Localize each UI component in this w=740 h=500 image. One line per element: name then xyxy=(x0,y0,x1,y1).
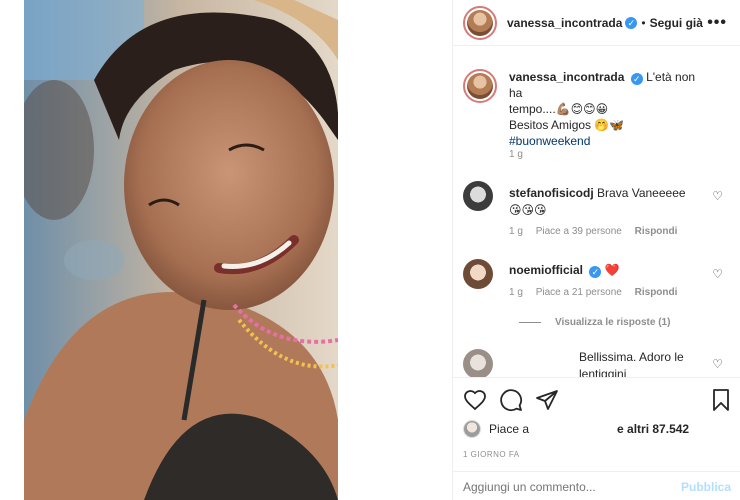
comment-meta: 1 g Piace a 39 persone Rispondi xyxy=(509,226,687,237)
post-date[interactable]: 1 GIORNO FA xyxy=(463,450,520,459)
post-media-pane xyxy=(0,0,452,500)
author-avatar[interactable] xyxy=(463,5,497,40)
reply-button[interactable]: Rispondi xyxy=(635,287,678,298)
comment-row: stefanofisicodj Brava Vaneeeee 😘😘😘 ♡ 1 g… xyxy=(463,179,733,241)
reply-button[interactable]: Rispondi xyxy=(635,226,678,237)
comment-row: noemiofficial ✓ ❤️ ♡ 1 g Piace a 21 pers… xyxy=(463,257,733,337)
comment-text: Bellissima. Adoro le lentiggini xyxy=(579,349,719,377)
verified-icon: ✓ xyxy=(630,73,643,85)
post-header: vanessa_incontrada ✓ • Segui già ••• xyxy=(453,0,740,46)
heart-icon[interactable] xyxy=(463,388,487,412)
view-replies-label: Visualizza le risposte (1) xyxy=(555,317,671,328)
commenter-username[interactable]: noemiofficial xyxy=(509,263,583,277)
caption-meta: 1 g xyxy=(509,149,533,160)
avatar-image xyxy=(467,73,493,99)
comment-likes[interactable]: Piace a 39 persone xyxy=(536,226,622,237)
caption-author-avatar[interactable] xyxy=(463,69,497,103)
comment-likes[interactable]: Piace a 21 persone xyxy=(536,287,622,298)
commenter-avatar[interactable] xyxy=(463,181,493,211)
caption-line-3: Besitos Amigos 🤭🦋 xyxy=(509,118,625,132)
verified-icon: ✓ xyxy=(625,16,638,29)
comment-time[interactable]: 1 g xyxy=(509,226,523,237)
caption-line-2: tempo....💪🏽😊😊😀 xyxy=(509,102,609,116)
replies-line xyxy=(519,322,541,323)
caption-text: vanessa_incontrada ✓ L'età non ha tempo.… xyxy=(509,69,709,149)
more-icon[interactable]: ••• xyxy=(707,14,727,32)
following-button[interactable]: Segui già xyxy=(650,16,703,30)
comment-text: stefanofisicodj Brava Vaneeeee 😘😘😘 xyxy=(509,185,699,219)
photo-illustration xyxy=(24,0,338,500)
liked-by-count[interactable]: e altri 87.542 xyxy=(617,422,689,436)
comment-like-icon[interactable]: ♡ xyxy=(712,189,723,203)
commenter-avatar[interactable] xyxy=(463,349,493,377)
hashtag-link[interactable]: #buonweekend xyxy=(509,134,590,148)
caption-author[interactable]: vanessa_incontrada xyxy=(509,70,624,84)
bookmark-icon[interactable] xyxy=(709,388,733,412)
liked-by-prefix: Piace a xyxy=(489,422,530,436)
caption-row: vanessa_incontrada ✓ L'età non ha tempo.… xyxy=(463,69,733,179)
comment-time[interactable]: 1 g xyxy=(509,287,523,298)
comment-like-icon[interactable]: ♡ xyxy=(712,357,723,371)
comment-input[interactable] xyxy=(463,479,681,494)
heart-emoji: ❤️ xyxy=(604,263,620,277)
comments-list[interactable]: vanessa_incontrada ✓ L'età non ha tempo.… xyxy=(453,47,740,377)
avatar-image xyxy=(467,9,493,36)
comment-icon[interactable] xyxy=(499,388,523,412)
commenter-avatar[interactable] xyxy=(463,259,493,289)
liker-avatar[interactable] xyxy=(463,420,481,438)
comment-emoji: 😘😘😘 xyxy=(509,203,547,217)
comment-body-line-2: lentiggini xyxy=(579,367,627,377)
separator-dot: • xyxy=(641,15,646,30)
comment-body-line-1: Bellissima. Adoro le xyxy=(579,350,684,364)
comment-row: Bellissima. Adoro le lentiggini ♡ xyxy=(463,347,733,377)
liked-by: Piace a e altri 87.542 xyxy=(463,420,689,438)
share-icon[interactable] xyxy=(535,388,559,412)
author-username[interactable]: vanessa_incontrada xyxy=(507,16,622,30)
caption-time[interactable]: 1 g xyxy=(509,149,523,160)
publish-button[interactable]: Pubblica xyxy=(681,480,731,494)
comment-text: noemiofficial ✓ ❤️ xyxy=(509,263,699,278)
post-photo[interactable] xyxy=(24,0,338,500)
comment-meta: 1 g Piace a 21 persone Rispondi xyxy=(509,287,687,298)
commenter-username[interactable]: stefanofisicodj xyxy=(509,186,594,200)
comment-like-icon[interactable]: ♡ xyxy=(712,267,723,281)
view-replies-button[interactable]: Visualizza le risposte (1) xyxy=(519,317,670,328)
post-actions: Piace a e altri 87.542 1 GIORNO FA Pubbl… xyxy=(453,377,740,500)
add-comment-bar: Pubblica xyxy=(453,471,740,500)
comment-body: Brava Vaneeeee xyxy=(597,186,686,200)
verified-icon: ✓ xyxy=(589,266,602,278)
post-side-panel: vanessa_incontrada ✓ • Segui già ••• van… xyxy=(452,0,740,500)
